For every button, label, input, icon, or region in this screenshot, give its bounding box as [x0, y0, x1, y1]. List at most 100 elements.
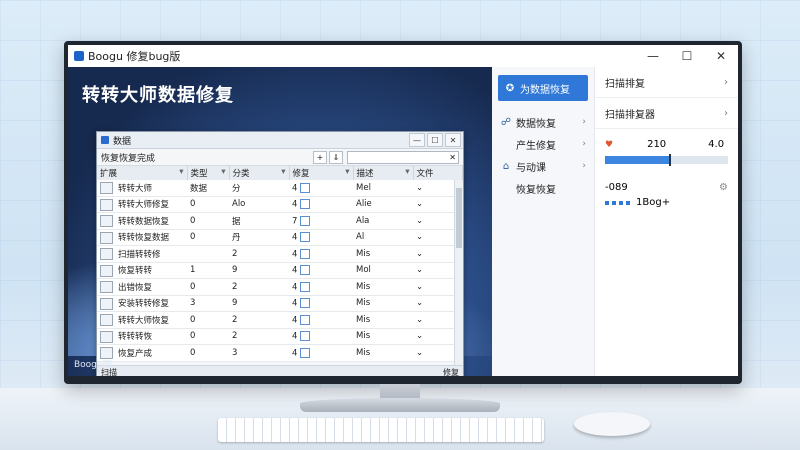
chevron-down-icon[interactable]: ⌄ — [416, 315, 423, 325]
cell: 9 — [229, 262, 289, 279]
col-header[interactable]: 文件 — [413, 166, 463, 180]
maximize-button[interactable]: ☐ — [670, 45, 704, 67]
download-button[interactable]: ⇓ — [329, 150, 343, 164]
cell: Alo — [229, 196, 289, 213]
hero-panel: 转转大师数据修复 数据 — ☐ ✕ 恢复恢复完成 + ⇓ ✕ 扩展 ▾ 类型 ▾… — [68, 67, 492, 376]
table-row[interactable]: 恢复产成 0 3 4 Mis ⌄ — [97, 344, 463, 362]
cell: 2 — [229, 245, 289, 263]
search-clear-icon[interactable]: ✕ — [449, 153, 456, 162]
cell: 0 — [187, 311, 229, 329]
drive-icon — [100, 281, 113, 293]
nav-active-label: 为数据恢复 — [520, 84, 570, 96]
cell: 4 — [289, 196, 353, 213]
checkbox[interactable] — [300, 281, 311, 292]
table-row[interactable]: 出错恢复 0 2 4 Mis ⌄ — [97, 278, 463, 296]
inner-maximize-button[interactable]: ☐ — [427, 133, 443, 147]
cell: Alie — [353, 196, 413, 213]
chevron-right-icon: › — [724, 76, 728, 88]
cell: 0 — [187, 344, 229, 362]
table-row[interactable]: 转转转恢 0 2 4 Mis ⌄ — [97, 328, 463, 345]
inner-close-button[interactable]: ✕ — [445, 133, 461, 147]
nav-item-course[interactable]: ⌂ 与动课 › — [492, 155, 594, 177]
cell: 4 — [289, 245, 353, 263]
chevron-down-icon[interactable]: ⌄ — [416, 282, 423, 292]
table-row[interactable]: 转转恢复数据 0 丹 4 Al ⌄ — [97, 229, 463, 246]
nav-item-label: 与动课 — [516, 162, 546, 174]
file-name-cell: 扫描转转修 — [97, 245, 187, 263]
checkbox[interactable] — [300, 265, 311, 275]
cell: Mis — [353, 295, 413, 312]
cell: 4 — [289, 262, 353, 279]
chevron-down-icon[interactable]: ⌄ — [416, 265, 423, 275]
col-header[interactable]: 扩展 ▾ — [97, 166, 188, 180]
progress-bar[interactable] — [605, 154, 728, 166]
table-row[interactable]: 安装转转修复 3 9 4 Mis ⌄ — [97, 295, 463, 312]
file-window-titlebar: 数据 — ☐ ✕ — [97, 132, 463, 149]
chevron-down-icon[interactable]: ⌄ — [416, 348, 423, 358]
table-row[interactable]: 转转大师恢复 0 2 4 Mis ⌄ — [97, 311, 463, 329]
checkbox[interactable] — [300, 199, 311, 209]
cell: 4 — [289, 180, 353, 197]
cell: Mis — [353, 344, 413, 362]
cell: 4 — [289, 278, 353, 296]
nav-item-data[interactable]: ☍ 数据恢复 › — [492, 111, 594, 133]
right-item-scan[interactable]: 扫描排复 › — [595, 67, 738, 98]
progress-fill — [605, 156, 669, 164]
dots-icon — [605, 197, 633, 208]
recover-icon: ✪ — [505, 82, 515, 94]
nav-item-active[interactable]: ✪ 为数据恢复 — [498, 75, 588, 101]
chevron-down-icon[interactable]: ⌄ — [416, 183, 423, 193]
checkbox[interactable] — [300, 182, 311, 193]
file-window: 数据 — ☐ ✕ 恢复恢复完成 + ⇓ ✕ 扩展 ▾ 类型 ▾ 分类 ▾ 修复 … — [96, 131, 464, 376]
checkbox[interactable] — [300, 347, 311, 358]
app-icon — [100, 182, 113, 194]
checkbox[interactable] — [300, 314, 311, 325]
checkbox[interactable] — [300, 232, 311, 242]
stats-row: ♥ 210 4.0 — [595, 129, 738, 152]
chevron-down-icon[interactable]: ⌄ — [416, 199, 423, 209]
cell: Ala — [353, 212, 413, 230]
stat-a: 210 — [647, 139, 667, 150]
cell: Mis — [353, 311, 413, 329]
table-row[interactable]: 扫描转转修 2 4 Mis ⌄ — [97, 245, 463, 263]
scrollbar-thumb[interactable] — [456, 188, 462, 248]
checkbox[interactable] — [300, 298, 311, 308]
progress-handle[interactable] — [668, 154, 671, 166]
col-header[interactable]: 描述 ▾ — [353, 166, 414, 180]
close-button[interactable]: ✕ — [704, 45, 738, 67]
minimize-button[interactable]: — — [636, 45, 670, 67]
nav-item-repair[interactable]: 产生修复 › — [492, 133, 594, 155]
inner-minimize-button[interactable]: — — [409, 133, 425, 147]
cell: 0 — [187, 278, 229, 296]
table-row[interactable]: 转转大师修复 0 Alo 4 Alie ⌄ — [97, 196, 463, 213]
table-row[interactable]: 转转大师 数据分 4 Mel ⌄ — [97, 180, 463, 197]
nav-item-restore[interactable]: 恢复恢复 — [492, 177, 594, 199]
col-header[interactable]: 分类 ▾ — [229, 166, 290, 180]
checkbox[interactable] — [300, 331, 311, 341]
nav-item-label: 产生修复 — [516, 140, 556, 152]
scrollbar[interactable] — [454, 180, 463, 366]
chevron-down-icon[interactable]: ⌄ — [416, 216, 423, 226]
col-header[interactable]: 修复 ▾ — [289, 166, 354, 180]
chevron-down-icon[interactable]: ⌄ — [416, 298, 423, 308]
file-name-cell: 转转大师恢复 — [97, 311, 187, 329]
doc-icon — [100, 198, 113, 211]
cell: 2 — [229, 278, 289, 296]
checkbox[interactable] — [300, 215, 311, 226]
table-row[interactable]: 恢复转转 1 9 4 Mol ⌄ — [97, 262, 463, 279]
right-item-scan-tool[interactable]: 扫描排复器 › — [595, 98, 738, 129]
chevron-down-icon[interactable]: ⌄ — [416, 331, 423, 341]
gear-icon[interactable]: ⚙ — [719, 182, 728, 193]
cell: 4 — [289, 311, 353, 329]
chevron-down-icon[interactable]: ⌄ — [416, 232, 423, 242]
cell: 0 — [187, 229, 229, 246]
chevron-right-icon: › — [582, 117, 586, 127]
col-header[interactable]: 类型 ▾ — [187, 166, 230, 180]
chevron-down-icon[interactable]: ⌄ — [416, 249, 423, 259]
nav-item-label: 恢复恢复 — [516, 184, 556, 196]
status-right: 修复 — [443, 367, 459, 377]
add-button[interactable]: + — [313, 150, 327, 164]
search-input[interactable]: ✕ — [347, 150, 459, 164]
table-row[interactable]: 转转数据恢复 0 据 7 Ala ⌄ — [97, 212, 463, 230]
checkbox[interactable] — [300, 248, 311, 259]
